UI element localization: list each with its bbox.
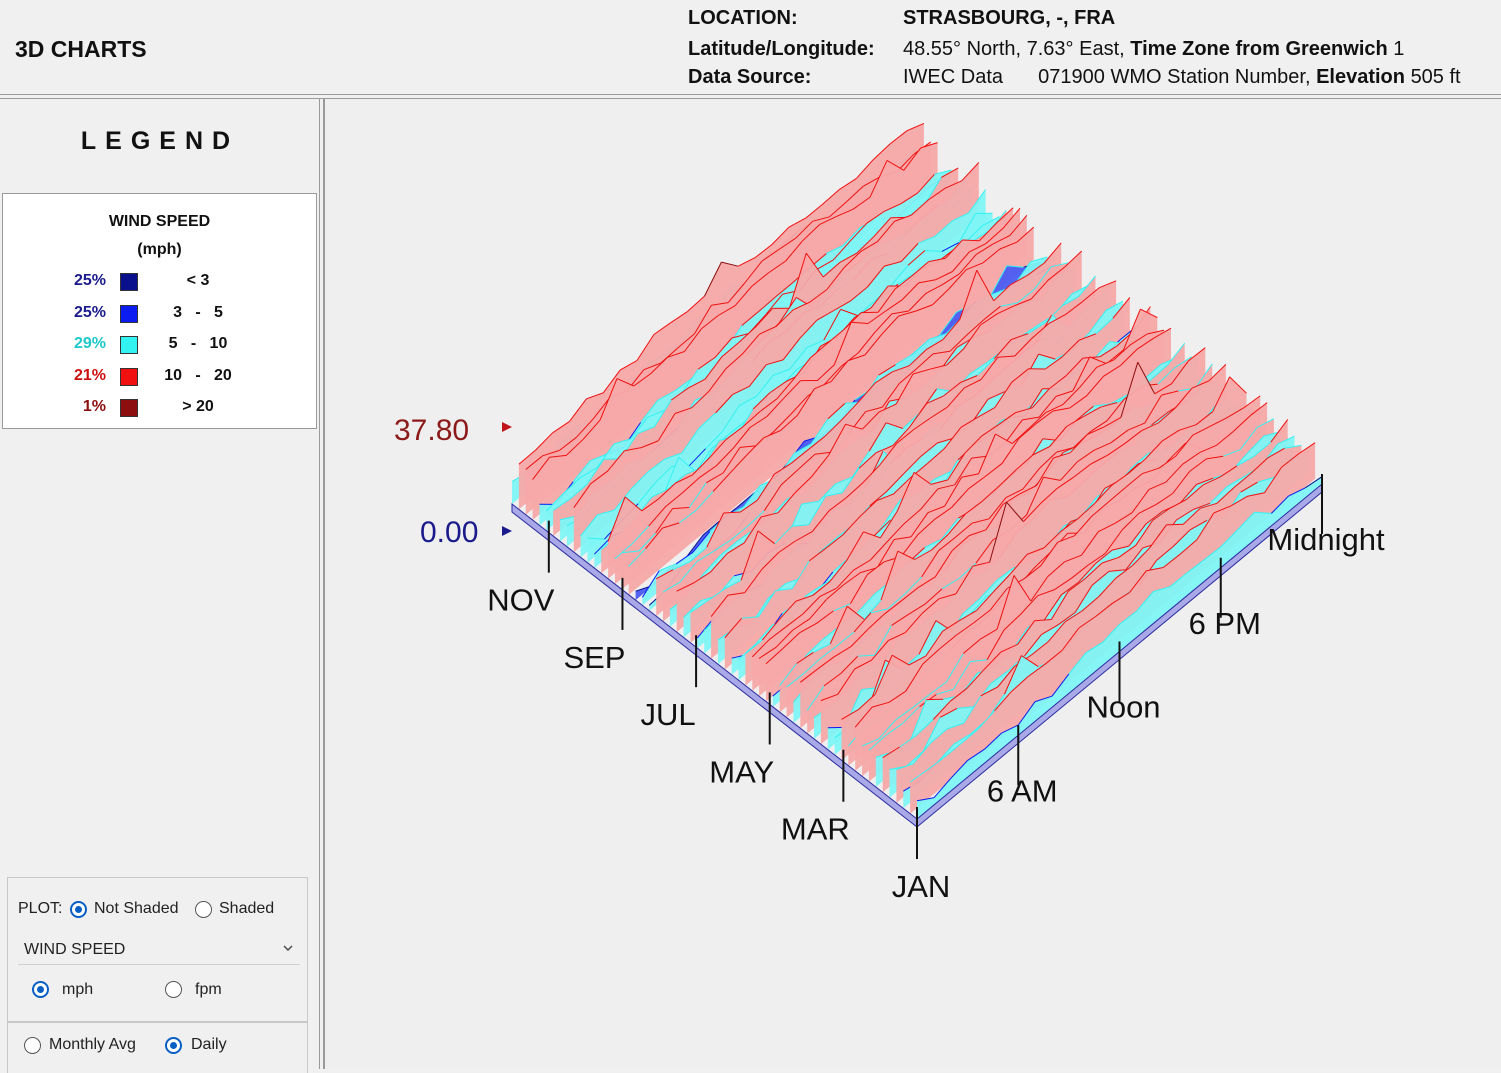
legend-percent: 29% (74, 335, 106, 353)
legend-row: 29% 5 - 10 (3, 333, 316, 357)
hour-label: Midnight (1267, 522, 1385, 557)
legend-swatch (120, 305, 138, 323)
hour-label: 6 PM (1189, 606, 1261, 641)
plot-label: PLOT: (18, 900, 62, 918)
legend-range: > 20 (153, 398, 243, 416)
month-label: JUL (641, 697, 696, 732)
latlon-label: Latitude/Longitude: (688, 38, 875, 61)
month-label: JAN (892, 869, 951, 904)
legend-row: 25% 3 - 5 (3, 302, 316, 326)
monthly-avg-label[interactable]: Monthly Avg (49, 1036, 136, 1054)
surface-segment (1166, 524, 1183, 525)
header: 3D CHARTS LOCATION: STRASBOURG, -, FRA L… (0, 0, 1501, 94)
z-max-marker (502, 422, 512, 432)
legend-percent: 25% (74, 304, 106, 322)
hour-label: Noon (1086, 690, 1160, 725)
month-label: SEP (563, 640, 625, 675)
surface-layer (512, 123, 1322, 819)
controls-panel: PLOT: Not Shaded Shaded WIND SPEED mph f… (7, 877, 306, 1067)
data-source-label: Data Source: (688, 66, 811, 89)
not-shaded-label[interactable]: Not Shaded (94, 900, 179, 918)
month-label: MAR (781, 812, 850, 847)
z-max-label: 37.80 (394, 414, 469, 447)
app-title: 3D CHARTS (15, 36, 147, 63)
daily-label[interactable]: Daily (191, 1036, 227, 1054)
legend-range: < 3 (153, 272, 243, 290)
legend-range: 3 - 5 (153, 304, 243, 322)
legend-title: LEGEND (0, 127, 320, 156)
wind-speed-3d-chart: JAN MARMAY JUL SEPNOV 6 AM Noon 6 PM Midnight 0.… (325, 99, 1501, 1069)
data-source-value: IWEC Data (903, 66, 1003, 88)
legend-swatch (120, 368, 138, 386)
legend-row: 1% > 20 (3, 396, 316, 420)
location-value: STRASBOURG, -, FRA (903, 7, 1115, 30)
chart-area: JAN MARMAY JUL SEPNOV 6 AM Noon 6 PM Midnight 0.… (324, 99, 1501, 1069)
legend-percent: 1% (83, 398, 106, 416)
legend-percent: 25% (74, 272, 106, 290)
month-label: NOV (487, 583, 555, 618)
mph-radio[interactable] (32, 981, 49, 998)
timezone-label: Time Zone from Greenwich (1130, 38, 1387, 60)
metric-dropdown[interactable]: WIND SPEED (18, 936, 300, 965)
fpm-label[interactable]: fpm (195, 981, 222, 999)
legend-row: 21% 10 - 20 (3, 365, 316, 389)
monthly-avg-radio[interactable] (24, 1037, 41, 1054)
fpm-radio[interactable] (165, 981, 182, 998)
elevation-label: Elevation (1316, 66, 1405, 88)
mph-label[interactable]: mph (62, 981, 93, 999)
shaded-radio[interactable] (195, 901, 212, 918)
legend-range: 10 - 20 (153, 367, 243, 385)
elevation-value: 505 ft (1411, 66, 1461, 88)
shaded-label[interactable]: Shaded (219, 900, 274, 918)
legend-swatch (120, 336, 138, 354)
legend-box: WIND SPEED (mph) 25% < 3 25% 3 - 5 29% 5 - 10… (2, 193, 317, 429)
location-label: LOCATION: (688, 7, 798, 30)
left-panel: LEGEND WIND SPEED (mph) 25% < 3 25% 3 - 5 29… (0, 99, 320, 1069)
z-min-marker (502, 526, 512, 536)
latlon-value: 48.55° North, 7.63° East, (903, 38, 1125, 60)
legend-swatch (120, 399, 138, 417)
legend-range: 5 - 10 (153, 335, 243, 353)
data-source-line: IWEC Data 071900 WMO Station Number, Ele… (903, 66, 1461, 89)
metric-dropdown-value: WIND SPEED (24, 941, 125, 959)
latlon-line: 48.55° North, 7.63° East, Time Zone from… (903, 38, 1404, 61)
legend-swatch (120, 273, 138, 291)
daily-radio[interactable] (165, 1037, 182, 1054)
hour-label: 6 AM (987, 773, 1058, 808)
legend-heading-metric: WIND SPEED (3, 208, 316, 236)
legend-heading-unit: (mph) (3, 236, 316, 264)
timezone-value: 1 (1393, 38, 1404, 60)
plot-options-group: PLOT: Not Shaded Shaded WIND SPEED mph f… (7, 877, 308, 1022)
chevron-down-icon (282, 942, 294, 954)
legend-row: 25% < 3 (3, 270, 316, 294)
period-options-group: Monthly Avg Daily (7, 1022, 308, 1073)
month-label: MAY (709, 754, 774, 789)
legend-heading: WIND SPEED (mph) (3, 208, 316, 264)
not-shaded-radio[interactable] (70, 901, 87, 918)
legend-percent: 21% (74, 367, 106, 385)
z-min-label: 0.00 (420, 516, 478, 549)
station-value: 071900 WMO Station Number, (1038, 66, 1310, 88)
